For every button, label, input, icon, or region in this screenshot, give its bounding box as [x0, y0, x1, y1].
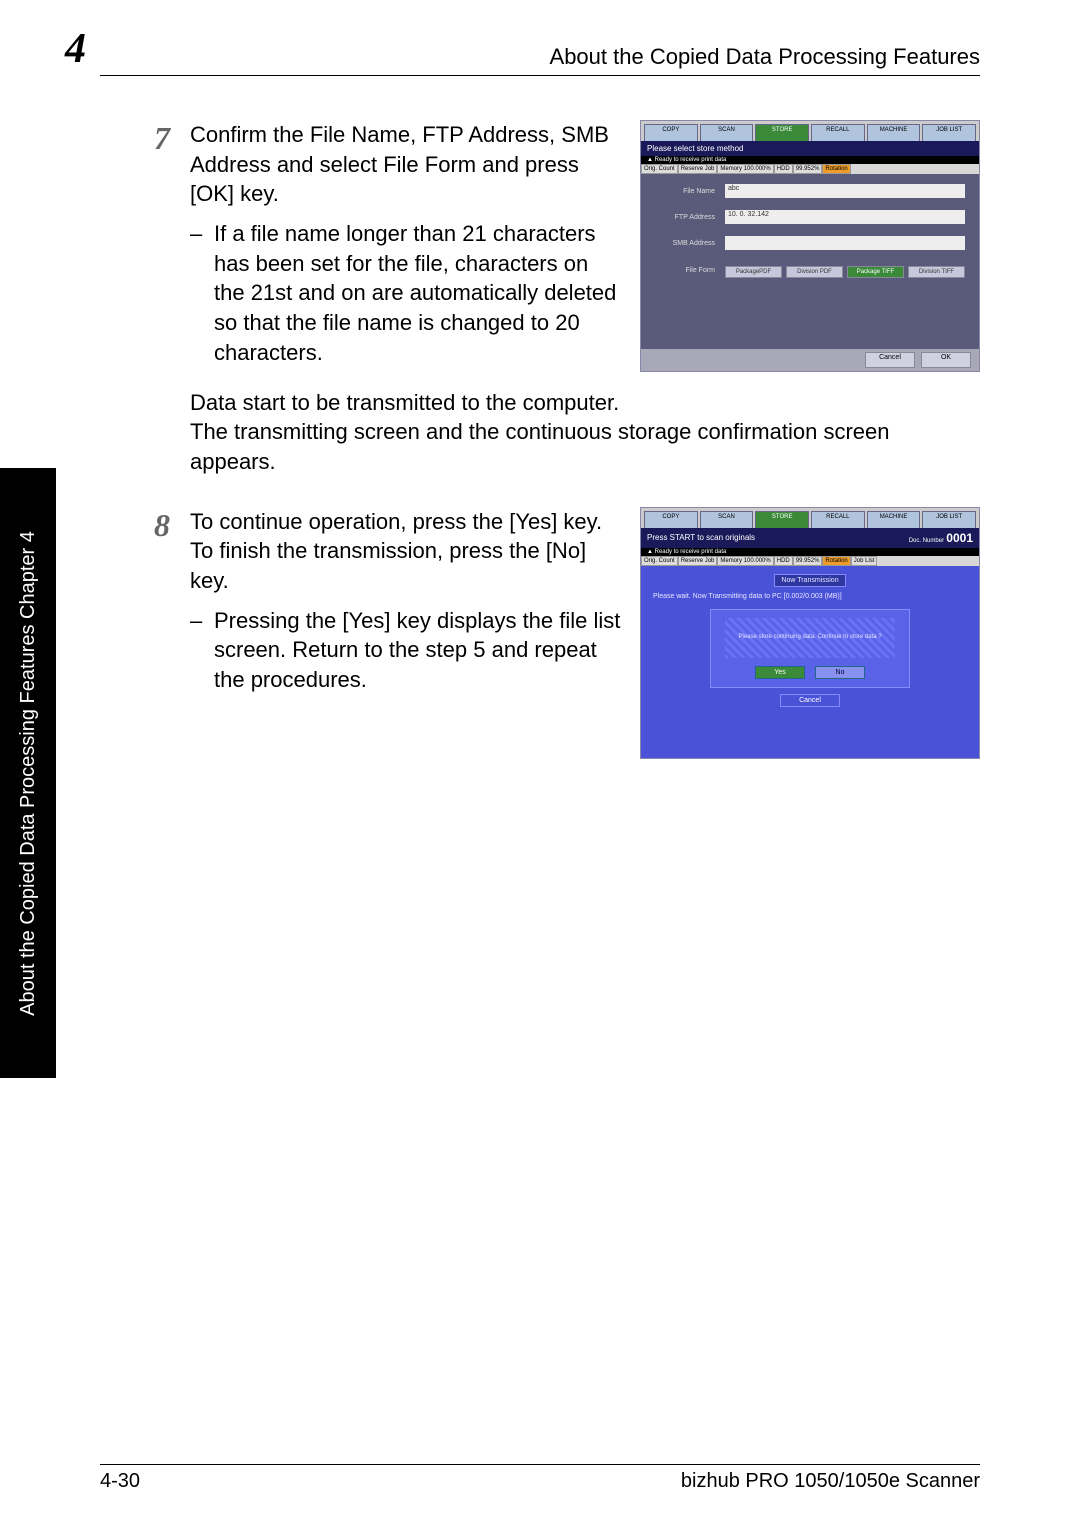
scr2-docnum-label: Doc. Number [909, 538, 944, 544]
scr2-panel: Please store continuing data. Continue t… [710, 609, 910, 688]
scr1-status-bar: Orig. Count Reserve Job Memory 100.000% … [641, 164, 979, 174]
step8-bullet: Pressing the [Yes] key displays the file… [214, 606, 622, 695]
scr1-st-2: Memory 100.000% [717, 164, 773, 174]
scr1-status-msg: ▲ Ready to receive print data [641, 156, 979, 164]
scr2-tabs: COPY SCAN STORE RECALL MACHINE JOB LIST [641, 508, 979, 528]
scr1-filename-field[interactable]: abc [725, 184, 965, 198]
scr2-dotarea: Please store continuing data. Continue t… [725, 618, 895, 658]
scr2-status-msg: ▲ Ready to receive print data [641, 548, 979, 556]
scr2-panel-text: Please store continuing data. Continue t… [738, 634, 881, 642]
scr2-banner: Press START to scan originals Doc. Numbe… [641, 528, 979, 548]
content-area: 7 Confirm the File Name, FTP Address, SM… [130, 120, 980, 789]
scr1-st-1: Reserve Job [678, 164, 718, 174]
scr1-fileform-label: File Form [655, 267, 715, 274]
scr2-status-bar: Orig. Count Reserve Job Memory 100.000% … [641, 556, 979, 566]
scr1-ok-button[interactable]: OK [921, 352, 971, 368]
scr2-yes-button[interactable]: Yes [755, 666, 805, 679]
scr1-banner: Please select store method [641, 141, 979, 156]
scr2-body: Now Transmission Please wait. Now Transm… [641, 566, 979, 758]
scr1-body: File Name abc FTP Address 10. 0. 32.142 … [641, 174, 979, 349]
page-title: About the Copied Data Processing Feature… [550, 44, 980, 70]
scr2-cancel-button[interactable]: Cancel [780, 694, 840, 707]
scr1-tab-copy[interactable]: COPY [644, 124, 698, 141]
dash: – [190, 606, 214, 695]
scr2-yesno-row: Yes No [755, 666, 865, 679]
scr1-tab-store[interactable]: STORE [755, 124, 809, 141]
step7-follow2: The transmitting screen and the continuo… [190, 417, 980, 476]
scr2-st-3: HDD [774, 556, 793, 566]
scr1-st-4: 99.952% [793, 164, 823, 174]
footer-rule [100, 1464, 980, 1465]
scr2-tab-recall[interactable]: RECALL [811, 511, 865, 528]
scr2-status-text: Ready to receive print data [655, 549, 727, 555]
scr1-ff-packagepdf[interactable]: PackagePDF [725, 266, 782, 278]
page-number: 4-30 [100, 1470, 140, 1493]
scr1-tab-recall[interactable]: RECALL [811, 124, 865, 141]
scr2-docnum-value: 0001 [946, 531, 973, 545]
step-7: 7 Confirm the File Name, FTP Address, SM… [130, 120, 980, 378]
scr1-ftp-label: FTP Address [655, 214, 715, 221]
scr2-tab-copy[interactable]: COPY [644, 511, 698, 528]
step-number: 8 [130, 507, 190, 544]
product-name: bizhub PRO 1050/1050e Scanner [681, 1470, 980, 1493]
scr2-st-1: Reserve Job [678, 556, 718, 566]
scr2-tab-joblist[interactable]: JOB LIST [922, 511, 976, 528]
scr2-banner-left: Press START to scan originals [647, 533, 755, 542]
step8-intro: To continue operation, press the [Yes] k… [190, 507, 622, 596]
step7-follow1: Data start to be transmitted to the comp… [190, 388, 980, 418]
scr2-msg: Please wait. Now Transmitting data to PC… [653, 593, 967, 601]
scr1-footer: Cancel OK [641, 349, 979, 371]
scr1-cancel-button[interactable]: Cancel [865, 352, 915, 368]
scr2-st-2: Memory 100.000% [717, 556, 773, 566]
scr2-st-0: Orig. Count [641, 556, 678, 566]
scr2-bar: Now Transmission [774, 574, 845, 587]
step7-followup: Data start to be transmitted to the comp… [190, 388, 980, 477]
scr1-smb-label: SMB Address [655, 240, 715, 247]
manual-page: 4 About the Copied Data Processing Featu… [0, 0, 1080, 1529]
side-tab: About the Copied Data Processing Feature… [0, 468, 56, 1078]
scr2-st-rotation: Rotation [822, 556, 850, 566]
header-rule [100, 75, 980, 76]
screenshot-store-method: COPY SCAN STORE RECALL MACHINE JOB LIST … [640, 120, 980, 372]
scr1-st-3: HDD [774, 164, 793, 174]
scr1-smb-field[interactable] [725, 236, 965, 250]
scr1-st-0: Orig. Count [641, 164, 678, 174]
step7-intro: Confirm the File Name, FTP Address, SMB … [190, 120, 622, 209]
dash: – [190, 219, 214, 367]
scr1-tab-joblist[interactable]: JOB LIST [922, 124, 976, 141]
scr1-ff-divisionpdf[interactable]: Division PDF [786, 266, 843, 278]
scr2-banner-right: Doc. Number 0001 [909, 531, 973, 545]
step-number: 7 [130, 120, 190, 157]
screenshot-continue-storage: COPY SCAN STORE RECALL MACHINE JOB LIST … [640, 507, 980, 759]
scr1-ff-packagetiff[interactable]: Package TIFF [847, 266, 904, 278]
scr1-tab-scan[interactable]: SCAN [700, 124, 754, 141]
side-tab-text: About the Copied Data Processing Feature… [17, 531, 40, 1016]
scr2-tab-scan[interactable]: SCAN [700, 511, 754, 528]
step7-bullet: If a file name longer than 21 characters… [214, 219, 622, 367]
chapter-number: 4 [65, 25, 86, 73]
scr2-st-6: Job List [851, 556, 878, 566]
scr1-ftp-field[interactable]: 10. 0. 32.142 [725, 210, 965, 224]
scr1-ff-divisiontiff[interactable]: Division TIFF [908, 266, 965, 278]
scr1-status-text: Ready to receive print data [655, 157, 727, 163]
scr2-tab-store[interactable]: STORE [755, 511, 809, 528]
scr1-filename-label: File Name [655, 188, 715, 195]
scr1-tab-machine[interactable]: MACHINE [867, 124, 921, 141]
scr1-st-rotation: Rotation [822, 164, 850, 174]
scr2-no-button[interactable]: No [815, 666, 865, 679]
scr2-st-4: 99.952% [793, 556, 823, 566]
scr2-tab-machine[interactable]: MACHINE [867, 511, 921, 528]
scr1-tabs: COPY SCAN STORE RECALL MACHINE JOB LIST [641, 121, 979, 141]
step-8: 8 To continue operation, press the [Yes]… [130, 507, 980, 759]
